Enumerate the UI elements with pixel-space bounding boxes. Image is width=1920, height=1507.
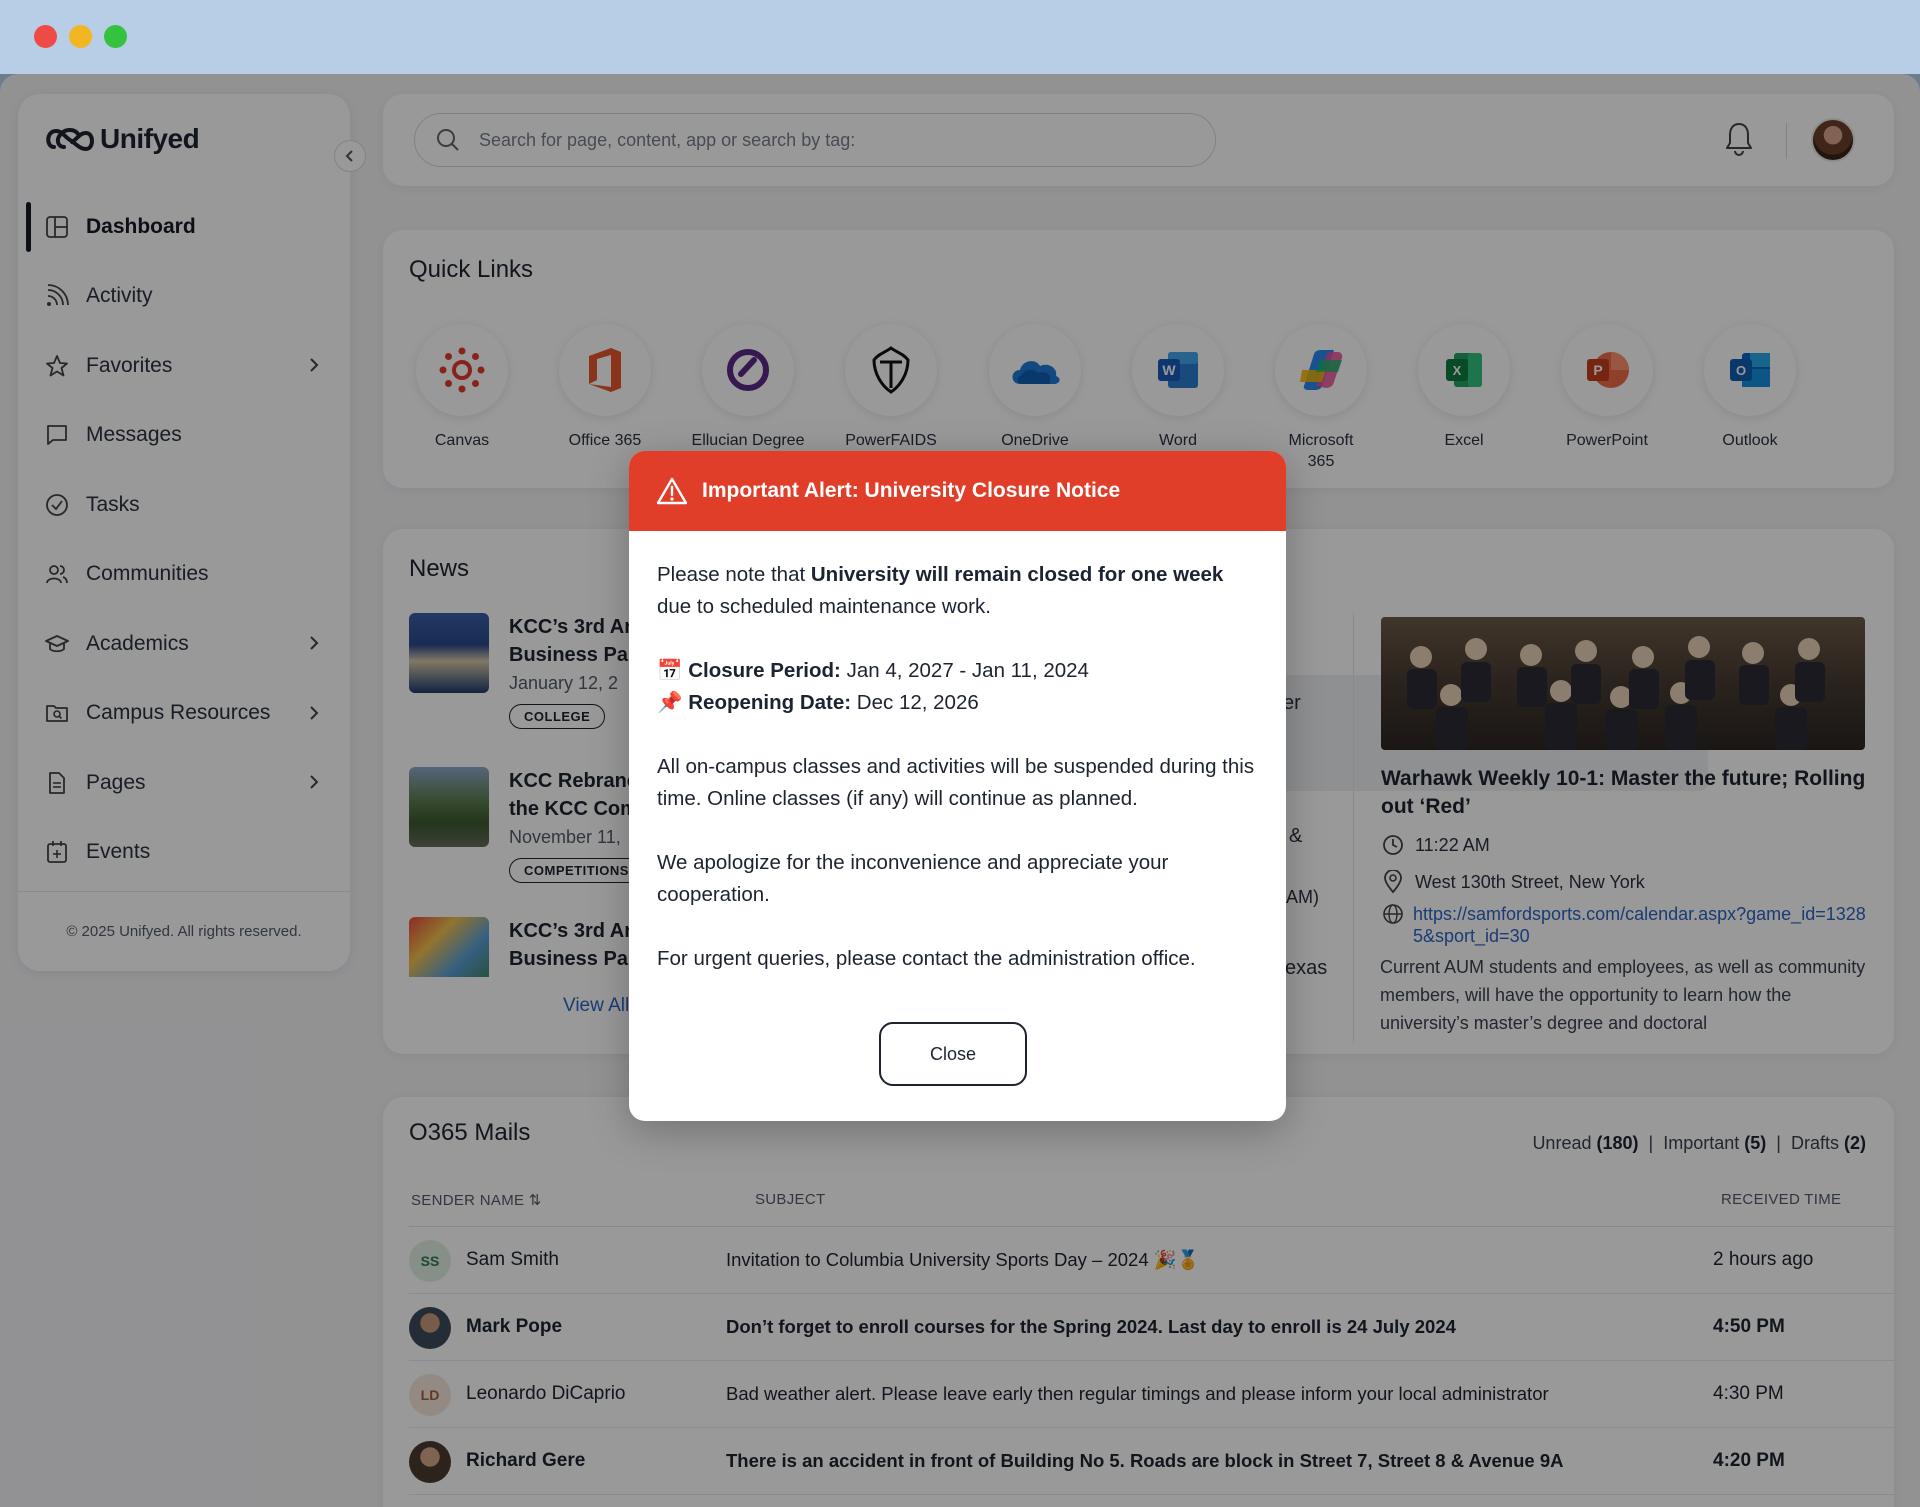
modal-header: Important Alert: University Closure Noti…: [629, 451, 1286, 531]
modal-body: Please note that University will remain …: [629, 531, 1286, 975]
reopening-date-label: Reopening Date:: [688, 691, 852, 714]
window-maximize-button[interactable]: [104, 25, 127, 48]
modal-intro: Please note that University will remain …: [657, 563, 1224, 618]
closure-period-label: Closure Period:: [688, 659, 841, 682]
closure-period-value: Jan 4, 2027 - Jan 11, 2024: [840, 659, 1089, 682]
reopening-date-value: Dec 12, 2026: [851, 691, 979, 714]
pushpin-icon: 📌: [657, 691, 683, 714]
modal-paragraph: We apologize for the inconvenience and a…: [657, 851, 1169, 906]
calendar-icon: 📅: [657, 659, 683, 682]
modal-paragraph: All on-campus classes and activities wil…: [657, 755, 1255, 810]
modal-dates: 📅 Closure Period: Jan 4, 2027 - Jan 11, …: [657, 655, 1258, 719]
modal-paragraph: For urgent queries, please contact the a…: [657, 947, 1196, 970]
closure-alert-modal: Important Alert: University Closure Noti…: [629, 451, 1286, 1121]
warning-icon: [656, 477, 688, 505]
close-button[interactable]: Close: [879, 1022, 1027, 1086]
window-titlebar: [0, 0, 1920, 74]
modal-title: Important Alert: University Closure Noti…: [702, 479, 1121, 502]
window-minimize-button[interactable]: [69, 25, 92, 48]
window-close-button[interactable]: [34, 25, 57, 48]
